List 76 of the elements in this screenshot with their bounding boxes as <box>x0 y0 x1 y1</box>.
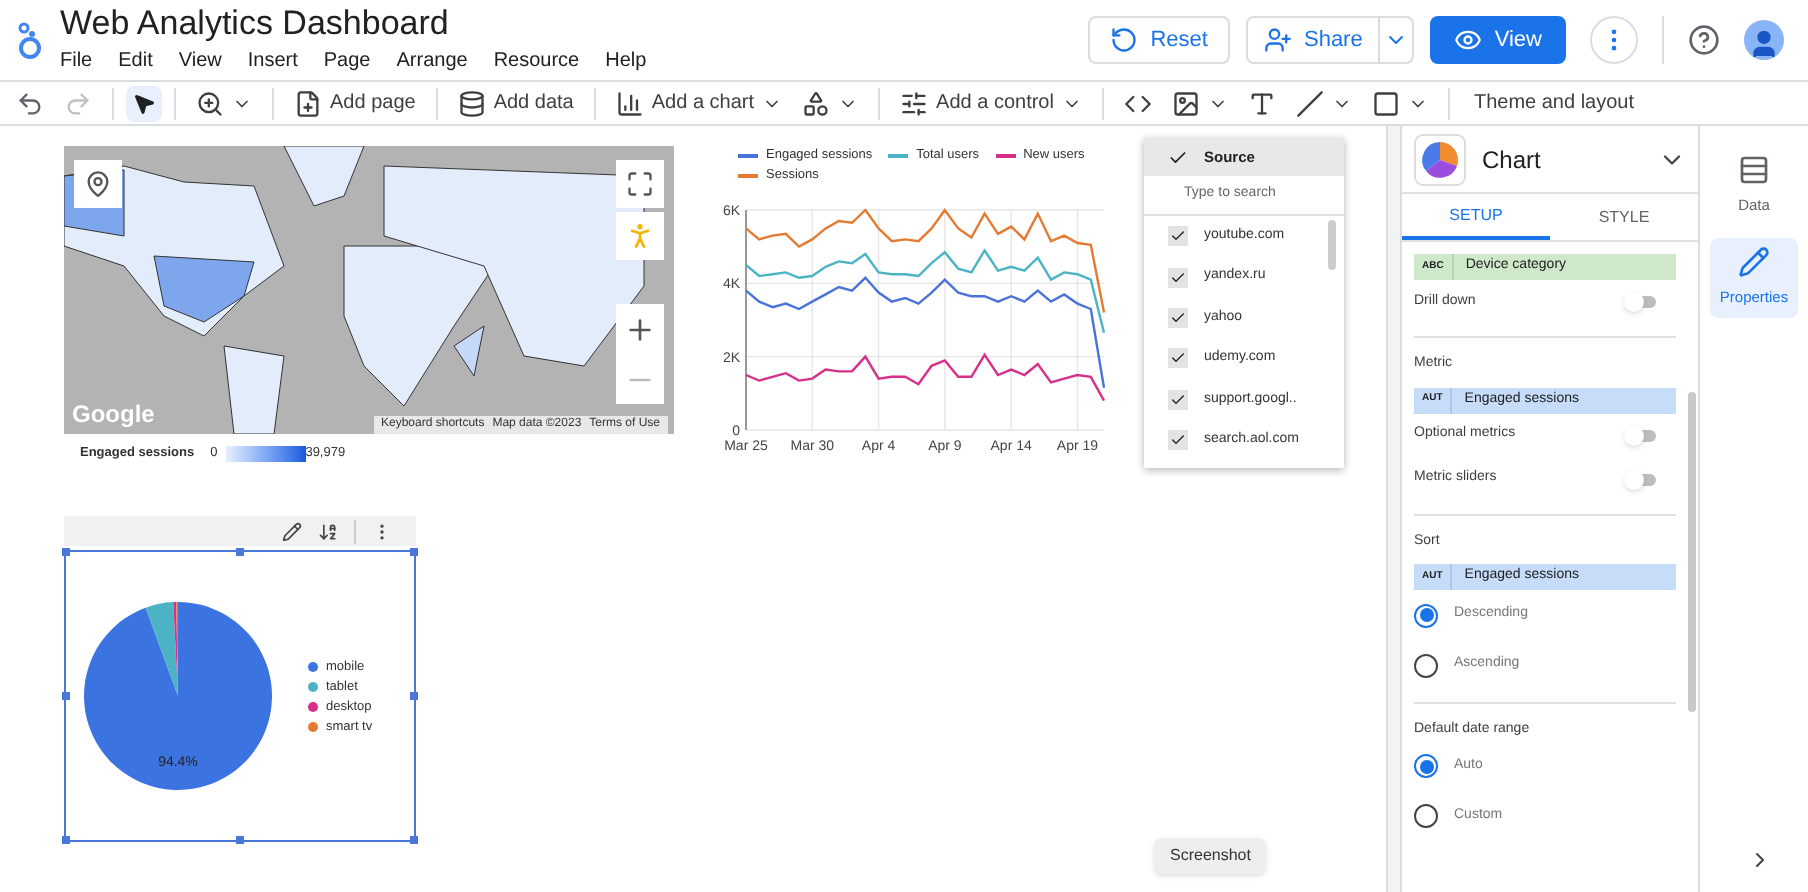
toggle-switch[interactable] <box>1624 292 1660 312</box>
avatar[interactable] <box>1744 20 1784 60</box>
radio-button[interactable] <box>1414 754 1438 778</box>
add-data-button[interactable]: Add data <box>449 83 582 123</box>
tooltip: Screenshot <box>1154 838 1267 874</box>
reset-icon <box>1110 26 1139 54</box>
radio-button[interactable] <box>1414 653 1438 677</box>
resize-handle[interactable] <box>236 836 244 844</box>
logo-icon <box>16 18 44 62</box>
menu-item[interactable]: Insert <box>247 46 298 76</box>
resize-handle[interactable] <box>236 548 244 556</box>
pencil-icon <box>1738 246 1770 279</box>
checkbox[interactable] <box>1168 348 1188 369</box>
database-icon <box>457 89 486 117</box>
report-title: Web Analytics Dashboard <box>60 4 451 44</box>
menu-item[interactable]: Arrange <box>396 46 468 76</box>
location-button[interactable] <box>74 160 122 208</box>
menu-item[interactable]: File <box>60 46 93 76</box>
sliders-icon <box>900 89 929 117</box>
check-icon <box>1168 147 1188 167</box>
add-page-button[interactable]: Add page <box>286 83 424 123</box>
radio-button[interactable] <box>1414 603 1438 627</box>
checkbox[interactable] <box>1168 307 1188 328</box>
bar-chart-icon <box>615 89 644 117</box>
zoom-in-icon <box>196 89 224 117</box>
menu-item[interactable]: Resource <box>493 46 580 76</box>
line-icon <box>1295 89 1324 117</box>
menu-item[interactable]: Help <box>605 46 647 76</box>
resize-handle[interactable] <box>410 548 418 556</box>
radio-button[interactable] <box>1414 804 1438 828</box>
add-chart-button[interactable]: Add a chart <box>607 83 791 123</box>
fullscreen-icon <box>626 170 654 198</box>
checkbox[interactable] <box>1168 430 1188 451</box>
checkbox[interactable] <box>1168 226 1188 247</box>
menu-item[interactable]: Page <box>323 46 371 76</box>
zoom-in-icon[interactable] <box>624 313 656 345</box>
text-icon <box>1247 89 1276 117</box>
resize-handle[interactable] <box>62 836 70 844</box>
select-tool[interactable] <box>126 85 162 121</box>
theme-layout-button[interactable]: Theme and layout <box>1461 88 1647 118</box>
add-control-button[interactable]: Add a control <box>892 83 1090 123</box>
panel-tab[interactable]: STYLE <box>1550 194 1698 240</box>
checkbox[interactable] <box>1168 389 1188 410</box>
shapes-icon <box>802 89 831 117</box>
add-person-icon <box>1263 26 1292 54</box>
menu-item[interactable]: View <box>178 46 222 76</box>
undo-icon[interactable] <box>16 89 44 117</box>
sort-icon[interactable] <box>318 521 338 541</box>
resize-handle[interactable] <box>62 548 70 556</box>
toggle-switch[interactable] <box>1624 469 1660 489</box>
panel-title: Chart <box>1482 143 1543 177</box>
image-icon <box>1171 89 1200 117</box>
color-scale <box>225 445 306 462</box>
pie-chart-icon <box>1414 133 1466 185</box>
eye-icon <box>1454 26 1483 54</box>
view-button[interactable]: View <box>1430 16 1566 64</box>
resize-handle[interactable] <box>62 692 70 700</box>
table-icon <box>1738 154 1770 187</box>
edit-icon[interactable] <box>282 521 302 541</box>
share-button[interactable]: Share <box>1245 16 1415 64</box>
scrollbar <box>1328 220 1336 270</box>
pointer-icon <box>132 91 156 115</box>
location-pin-icon <box>84 170 112 198</box>
square-icon <box>1371 89 1400 117</box>
resize-handle[interactable] <box>410 836 418 844</box>
person-icon <box>1748 28 1780 60</box>
checkbox[interactable] <box>1168 267 1188 288</box>
toggle-switch[interactable] <box>1624 425 1660 445</box>
resize-handle[interactable] <box>410 692 418 700</box>
menu-item[interactable]: Edit <box>118 46 153 76</box>
reset-button[interactable]: Reset <box>1088 16 1230 64</box>
panel-tab[interactable]: SETUP <box>1402 194 1550 240</box>
fullscreen-button[interactable] <box>616 160 664 208</box>
help-icon[interactable] <box>1688 24 1720 56</box>
file-plus-icon <box>294 89 322 117</box>
map-logo: Google <box>72 398 155 432</box>
